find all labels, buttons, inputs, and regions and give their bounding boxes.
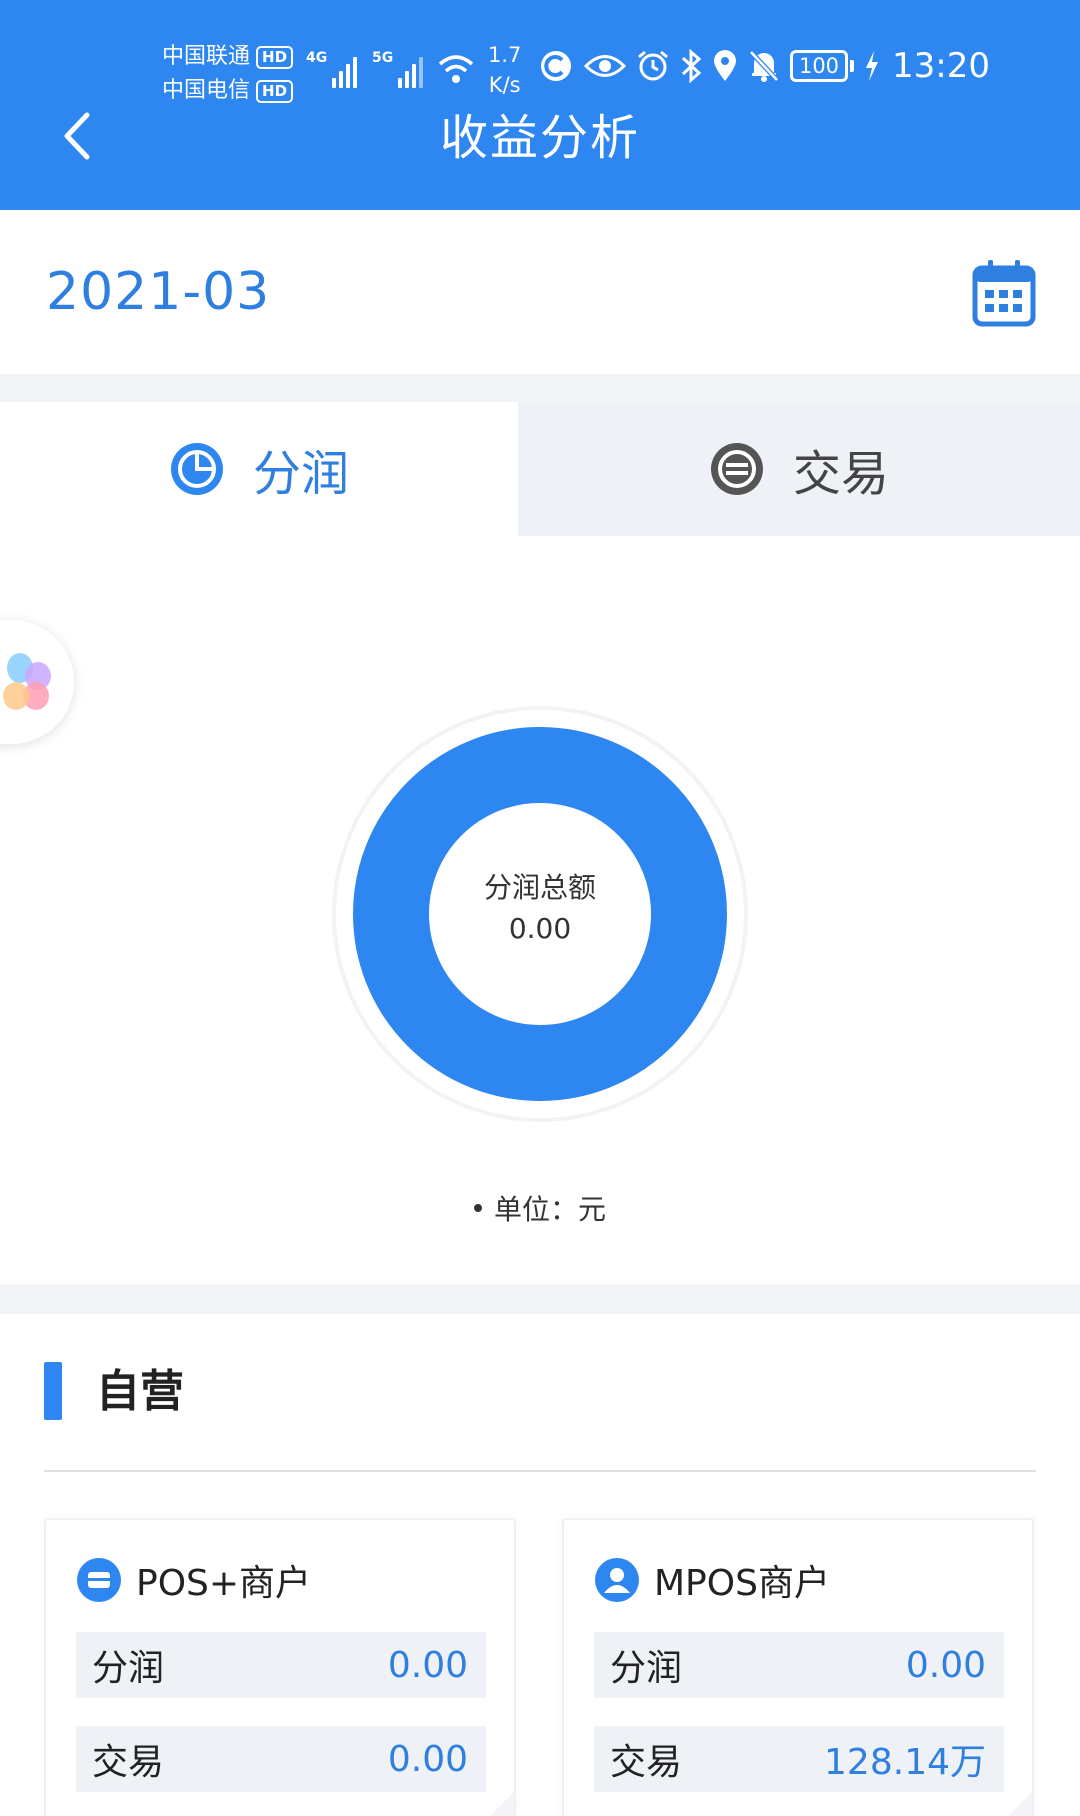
card-header: MPOS商户	[594, 1554, 830, 1606]
app-c-icon	[541, 51, 571, 81]
charging-icon	[866, 51, 878, 81]
calendar-button[interactable]	[972, 258, 1036, 328]
user-icon	[595, 1558, 639, 1602]
clock: 13:20	[892, 46, 990, 86]
tab-trade[interactable]: 交易	[518, 402, 1080, 536]
row-value: 0.00	[905, 1644, 986, 1686]
legend-unit: 单位：元	[493, 1193, 606, 1226]
card-icon	[77, 1558, 121, 1602]
carriers: 中国联通 HD 中国电信 HD	[162, 40, 294, 108]
selected-date[interactable]: 2021-03	[46, 262, 270, 322]
signal-5g-icon: 5G	[372, 50, 424, 88]
hd-badge-1: HD	[256, 45, 294, 69]
donut-center-title: 分润总额	[483, 871, 596, 904]
corner-fold	[1008, 1792, 1032, 1816]
page-title: 收益分析	[439, 110, 640, 166]
battery-icon: 100	[790, 50, 848, 82]
card-header: POS+商户	[76, 1554, 311, 1606]
row-value: 0.00	[387, 1738, 468, 1780]
donut-center-value: 0.00	[508, 912, 572, 945]
gap-1	[0, 374, 1080, 402]
tab-trade-label: 交易	[792, 446, 889, 502]
net-speed-unit: K/s	[488, 73, 521, 97]
chart-area: 分润总额 0.00 单位：元	[0, 536, 1080, 1284]
section-divider	[44, 1470, 1036, 1472]
row-label: 分润	[610, 1648, 683, 1689]
card-row-trade: 交易 0.00	[76, 1726, 486, 1792]
wifi-icon	[438, 55, 474, 83]
hd-badge-2: HD	[256, 79, 294, 103]
card-title: POS+商户	[136, 1563, 312, 1604]
card-title: MPOS商户	[654, 1563, 830, 1604]
section-title: 自营	[96, 1366, 184, 1417]
signal-4g-icon: 4G	[306, 50, 358, 88]
corner-fold	[490, 1792, 514, 1816]
net-type-1: 4G	[306, 50, 328, 66]
card-row-trade: 交易 128.14万	[594, 1726, 1004, 1792]
card-pos-merchant[interactable]: POS+商户 分润 0.00 交易 0.00	[44, 1518, 516, 1816]
row-value: 0.00	[387, 1644, 468, 1686]
mute-bell-icon	[749, 50, 779, 82]
tab-bar: 分润 交易	[0, 402, 1080, 536]
row-value: 128.14万	[824, 1742, 986, 1783]
card-row-profit: 分润 0.00	[594, 1632, 1004, 1698]
section-accent-bar	[44, 1362, 62, 1420]
flower-icon	[3, 653, 51, 710]
net-speed-value: 1.7	[488, 43, 522, 67]
pie-chart-icon	[170, 443, 223, 495]
bluetooth-icon	[681, 49, 702, 83]
status-bar: 中国联通 HD 中国电信 HD 4G 5G 1.7 K/s 100 13:20	[0, 40, 1080, 104]
battery-tip	[850, 60, 854, 72]
tab-profit[interactable]: 分润	[0, 402, 518, 536]
row-label: 交易	[610, 1742, 683, 1783]
calendar-icon	[972, 260, 1036, 327]
card-row-profit: 分润 0.00	[76, 1632, 486, 1698]
carrier-2: 中国电信	[162, 78, 251, 103]
row-label: 交易	[92, 1742, 165, 1783]
app-header: 中国联通 HD 中国电信 HD 4G 5G 1.7 K/s 100 13:20 …	[0, 0, 1080, 210]
alarm-icon	[638, 50, 668, 81]
carrier-1: 中国联通	[162, 44, 251, 69]
chart-legend: 单位：元	[0, 1188, 1080, 1228]
net-speed: 1.7 K/s	[488, 40, 521, 100]
date-row: 2021-03	[0, 210, 1080, 374]
list-icon	[710, 443, 763, 495]
location-icon	[714, 50, 736, 81]
legend-dot	[473, 1204, 482, 1212]
status-icons: 100 13:20	[538, 46, 990, 86]
card-mpos-merchant[interactable]: MPOS商户 分润 0.00 交易 128.14万	[562, 1518, 1034, 1816]
self-operated-section: 自营 POS+商户 分润 0.00 交易 0.00 MPOS商户 分润 0.00…	[0, 1314, 1080, 1816]
page: 中国联通 HD 中国电信 HD 4G 5G 1.7 K/s 100 13:20 …	[0, 0, 1080, 1816]
gap-2	[0, 1284, 1080, 1314]
row-label: 分润	[92, 1648, 165, 1689]
net-type-2: 5G	[372, 50, 394, 66]
tab-profit-label: 分润	[252, 446, 349, 502]
eye-icon	[584, 55, 626, 77]
